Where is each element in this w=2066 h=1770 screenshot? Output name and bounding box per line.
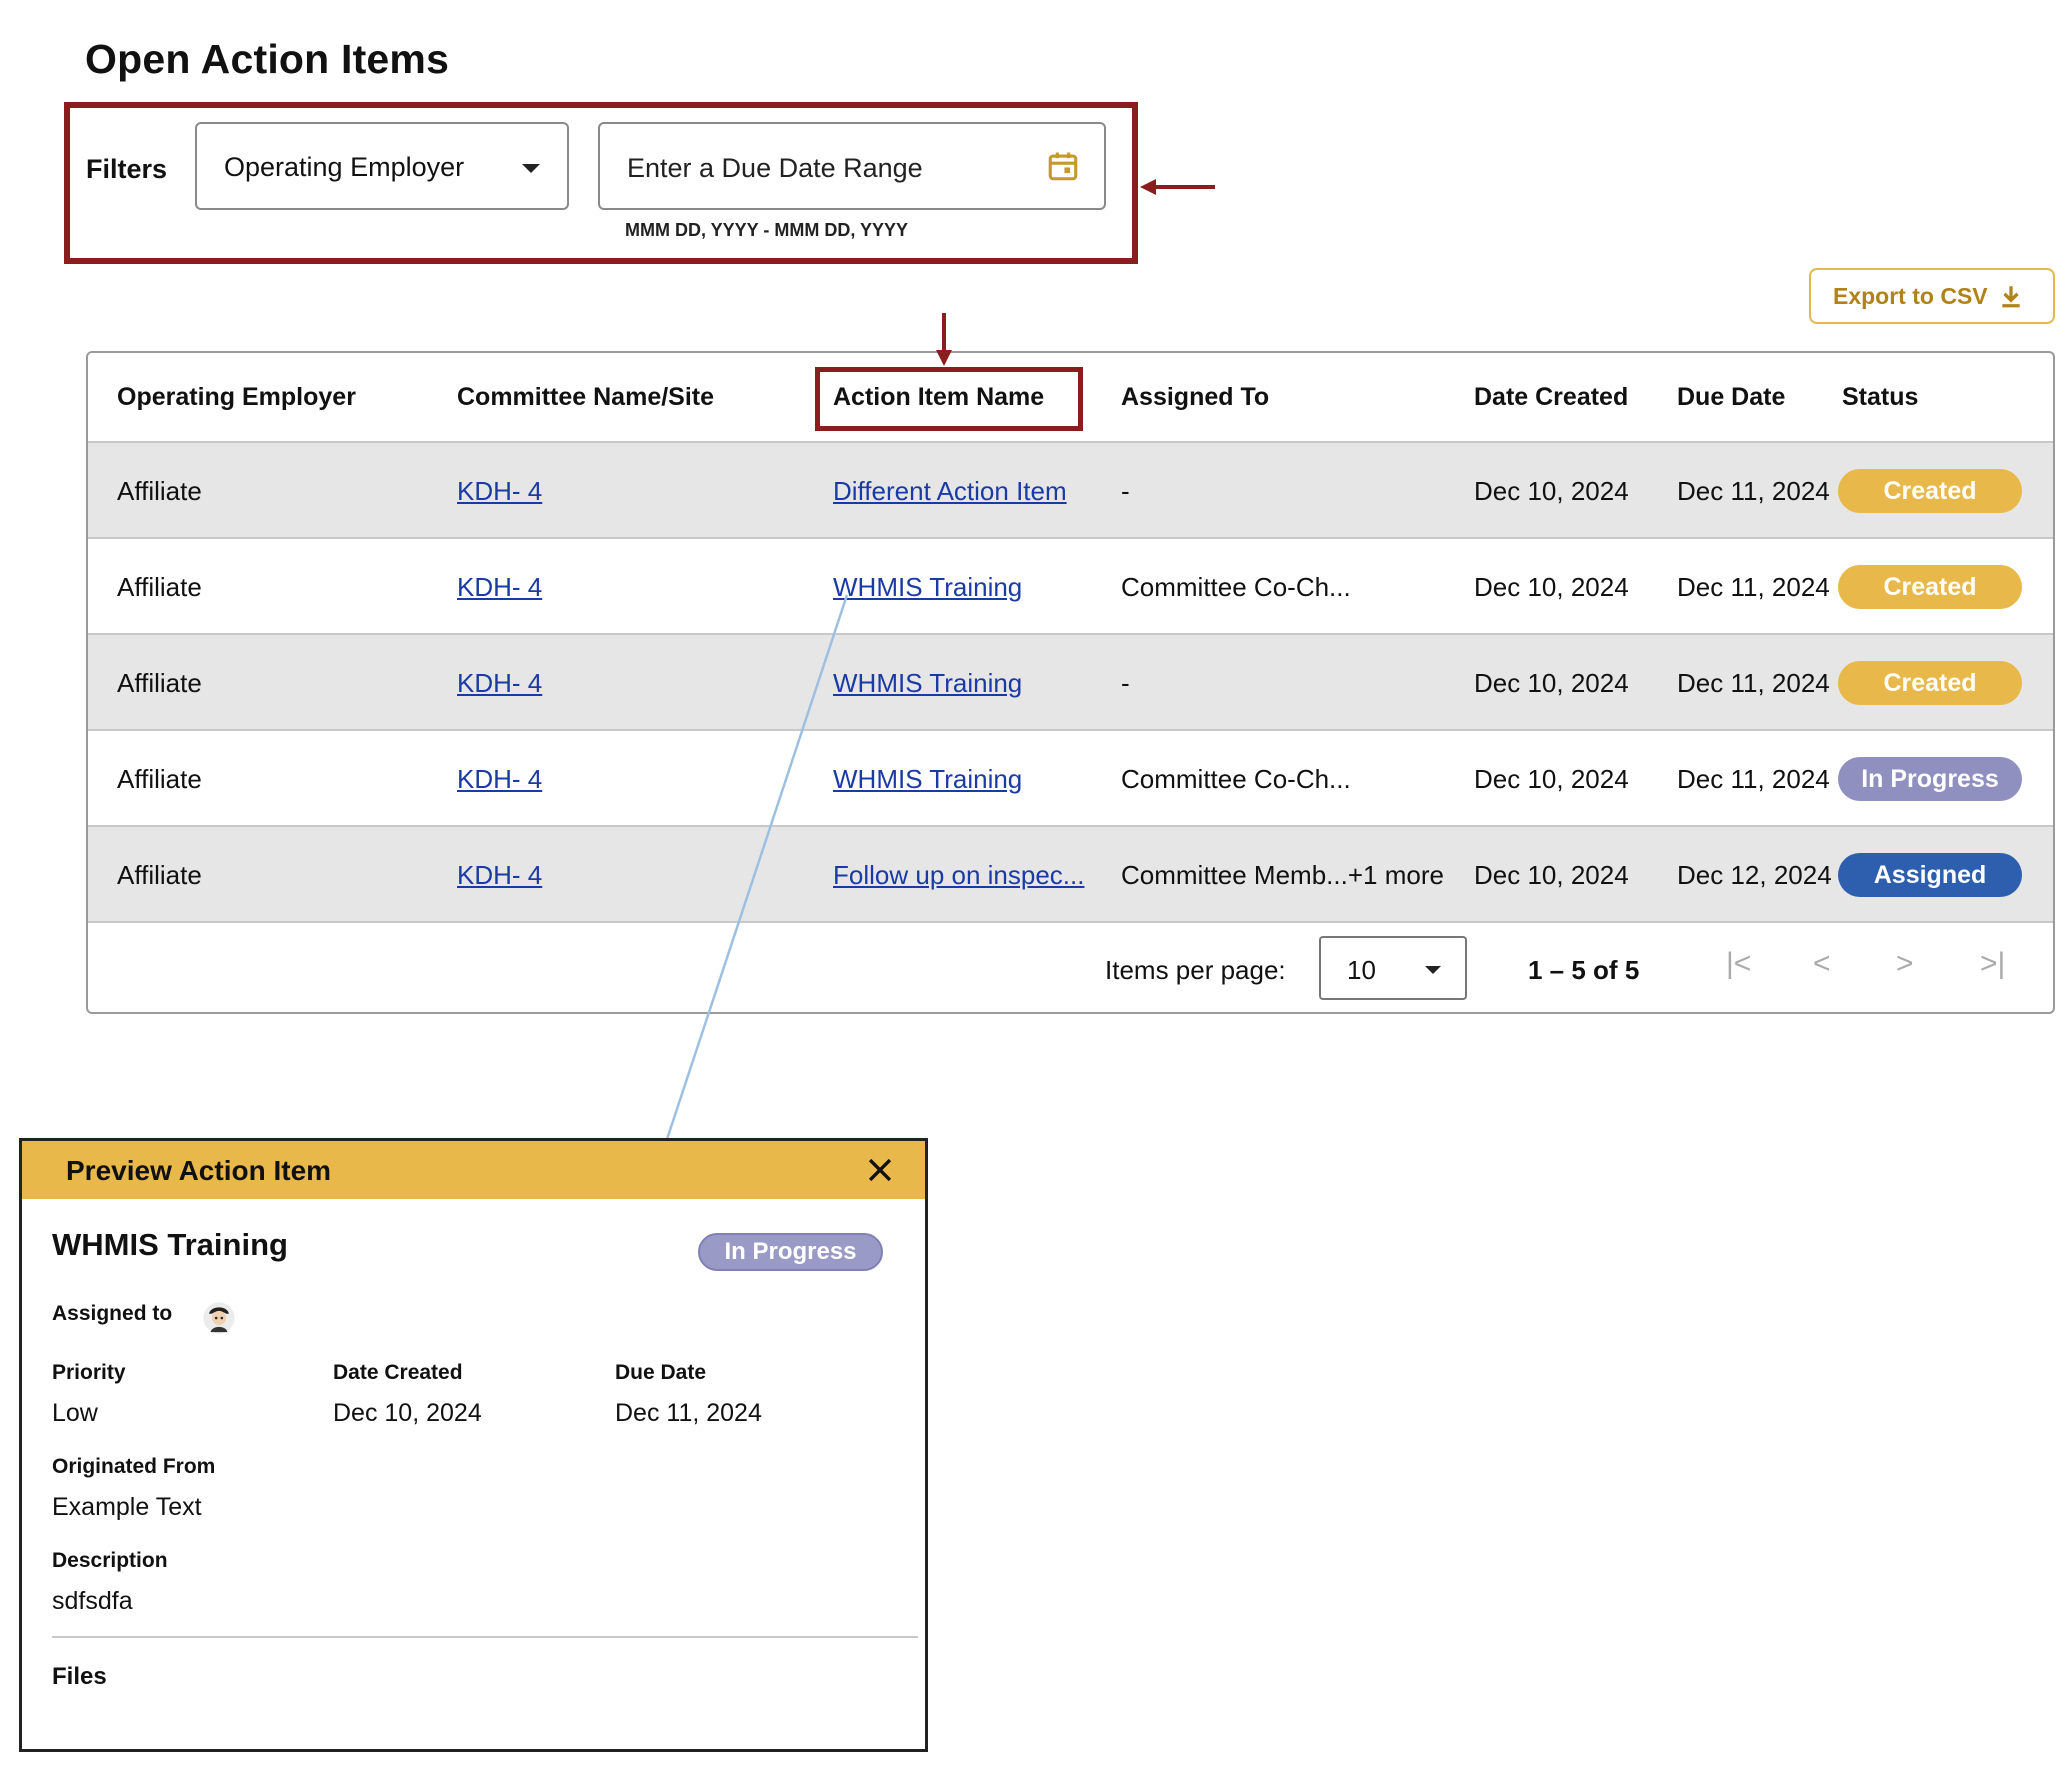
last-page-button[interactable]: >| xyxy=(1980,947,2005,981)
cell-due-date: Dec 11, 2024 xyxy=(1677,476,1830,506)
table-row[interactable]: Affiliate KDH- 4 Different Action Item -… xyxy=(88,441,2053,537)
due-date-label: Due Date xyxy=(615,1361,707,1384)
table-row[interactable]: Affiliate KDH- 4 WHMIS Training Committe… xyxy=(88,537,2053,633)
status-badge: Assigned xyxy=(1838,853,2022,897)
first-page-button[interactable]: |< xyxy=(1726,947,1751,981)
cell-date-created: Dec 10, 2024 xyxy=(1474,860,1629,890)
originated-from-label: Originated From xyxy=(52,1455,216,1478)
due-date-value: Dec 11, 2024 xyxy=(615,1399,762,1427)
operating-employer-select[interactable]: Operating Employer xyxy=(195,122,569,210)
table-row[interactable]: Affiliate KDH- 4 WHMIS Training Committe… xyxy=(88,729,2053,825)
action-item-link[interactable]: WHMIS Training xyxy=(833,572,1022,603)
cell-due-date: Dec 11, 2024 xyxy=(1677,572,1830,602)
calendar-icon[interactable] xyxy=(1046,148,1080,184)
assigned-to-label: Assigned to xyxy=(52,1302,173,1325)
committee-link[interactable]: KDH- 4 xyxy=(457,476,542,507)
preview-status-badge: In Progress xyxy=(698,1233,883,1271)
preview-action-item-panel: Preview Action Item WHMIS Training In Pr… xyxy=(19,1138,928,1752)
due-date-range-placeholder: Enter a Due Date Range xyxy=(627,153,923,183)
download-icon xyxy=(2001,286,2020,308)
cell-due-date: Dec 12, 2024 xyxy=(1677,860,1832,890)
column-header-committee[interactable]: Committee Name/Site xyxy=(457,383,714,412)
operating-employer-select-value: Operating Employer xyxy=(224,152,465,182)
committee-link[interactable]: KDH- 4 xyxy=(457,572,542,603)
status-badge: Created xyxy=(1838,469,2022,513)
items-per-page-value: 10 xyxy=(1347,955,1376,985)
priority-label: Priority xyxy=(52,1361,126,1384)
cell-assigned-to: Committee Co-Ch... xyxy=(1121,764,1351,794)
description-value: sdfsdfa xyxy=(52,1587,133,1615)
pagination-range: 1 – 5 of 5 xyxy=(1528,955,1640,985)
committee-link[interactable]: KDH- 4 xyxy=(457,764,542,795)
preview-header: Preview Action Item xyxy=(22,1141,925,1199)
cell-employer: Affiliate xyxy=(117,476,202,506)
date-created-value: Dec 10, 2024 xyxy=(333,1399,482,1427)
originated-from-value: Example Text xyxy=(52,1493,202,1521)
cell-due-date: Dec 11, 2024 xyxy=(1677,764,1830,794)
table-row[interactable]: Affiliate KDH- 4 WHMIS Training - Dec 10… xyxy=(88,633,2053,729)
action-item-link[interactable]: Different Action Item xyxy=(833,476,1067,507)
filters-label: Filters xyxy=(86,154,168,184)
chevron-down-icon xyxy=(522,164,540,173)
export-csv-label: Export to CSV xyxy=(1833,282,1988,309)
priority-value: Low xyxy=(52,1399,98,1427)
cell-employer: Affiliate xyxy=(117,668,202,698)
page-title: Open Action Items xyxy=(85,36,450,82)
column-header-status[interactable]: Status xyxy=(1842,383,1918,412)
items-per-page-label: Items per page: xyxy=(1105,955,1286,985)
files-label: Files xyxy=(52,1663,107,1690)
action-item-link[interactable]: Follow up on inspec... xyxy=(833,860,1084,891)
column-header-date-created[interactable]: Date Created xyxy=(1474,383,1628,412)
preview-item-title: WHMIS Training xyxy=(52,1227,288,1262)
action-item-link[interactable]: WHMIS Training xyxy=(833,764,1022,795)
export-csv-button[interactable]: Export to CSV xyxy=(1809,268,2055,324)
cell-date-created: Dec 10, 2024 xyxy=(1474,572,1629,602)
status-badge: In Progress xyxy=(1838,757,2022,801)
date-created-label: Date Created xyxy=(333,1361,463,1384)
action-item-link[interactable]: WHMIS Training xyxy=(833,668,1022,699)
prev-page-button[interactable]: < xyxy=(1813,947,1831,981)
cell-assigned-to: Committee Memb...+1 more xyxy=(1121,860,1444,890)
action-items-table: Operating Employer Committee Name/Site A… xyxy=(86,351,2055,1014)
cell-assigned-to: Committee Co-Ch... xyxy=(1121,572,1351,602)
column-header-due-date[interactable]: Due Date xyxy=(1677,383,1785,412)
status-badge: Created xyxy=(1838,661,2022,705)
cell-employer: Affiliate xyxy=(117,572,202,602)
column-header-assigned-to[interactable]: Assigned To xyxy=(1121,383,1269,412)
cell-date-created: Dec 10, 2024 xyxy=(1474,476,1629,506)
items-per-page-select[interactable]: 10 xyxy=(1319,936,1467,1000)
committee-link[interactable]: KDH- 4 xyxy=(457,668,542,699)
preview-header-title: Preview Action Item xyxy=(66,1155,332,1186)
cell-employer: Affiliate xyxy=(117,860,202,890)
table-header: Operating Employer Committee Name/Site A… xyxy=(88,353,2053,441)
committee-link[interactable]: KDH- 4 xyxy=(457,860,542,891)
cell-date-created: Dec 10, 2024 xyxy=(1474,764,1629,794)
status-badge: Created xyxy=(1838,565,2022,609)
divider xyxy=(52,1636,918,1638)
close-icon[interactable] xyxy=(863,1153,897,1187)
cell-assigned-to: - xyxy=(1121,668,1130,698)
description-label: Description xyxy=(52,1549,168,1572)
cell-due-date: Dec 11, 2024 xyxy=(1677,668,1830,698)
column-header-operating-employer[interactable]: Operating Employer xyxy=(117,383,356,412)
cell-assigned-to: - xyxy=(1121,476,1130,506)
action-item-header-highlight xyxy=(815,367,1083,431)
cell-employer: Affiliate xyxy=(117,764,202,794)
table-footer: Items per page: 10 1 – 5 of 5 |< < > >| xyxy=(88,921,2053,1012)
table-row[interactable]: Affiliate KDH- 4 Follow up on inspec... … xyxy=(88,825,2053,921)
date-format-hint: MMM DD, YYYY - MMM DD, YYYY xyxy=(625,220,909,240)
chevron-down-icon xyxy=(1425,966,1441,974)
next-page-button[interactable]: > xyxy=(1896,947,1914,981)
avatar xyxy=(203,1302,235,1334)
cell-date-created: Dec 10, 2024 xyxy=(1474,668,1629,698)
due-date-range-input[interactable]: Enter a Due Date Range xyxy=(598,122,1106,210)
